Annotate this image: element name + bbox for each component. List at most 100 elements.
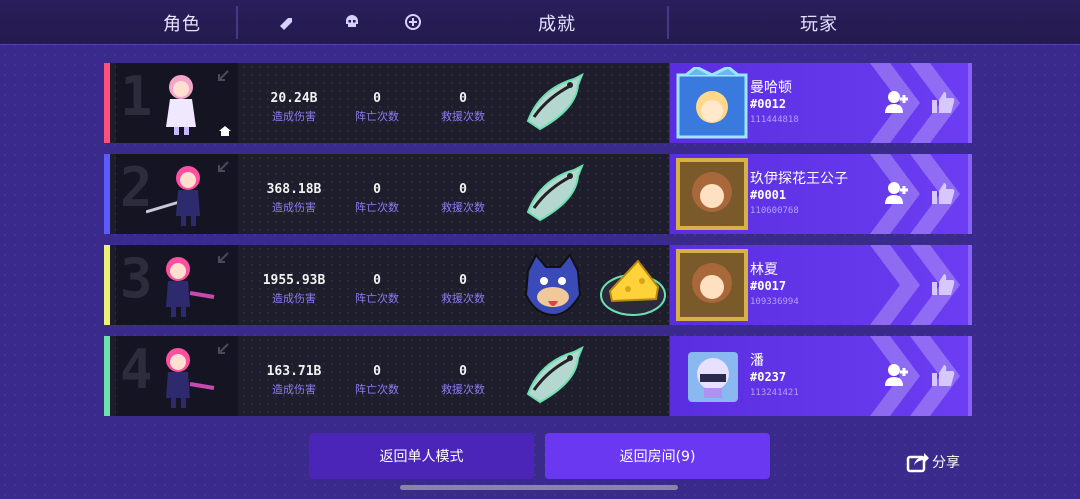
rescues-label: 救援次数 (441, 201, 485, 214)
rescues-value: 0 (459, 182, 467, 197)
player-avatar[interactable] (676, 67, 748, 139)
thumbs-up-icon[interactable] (930, 271, 956, 297)
rescues-stat: 0 救援次数 (430, 91, 496, 124)
deaths-stat: 0 阵亡次数 (344, 91, 410, 124)
cheese-icon[interactable] (598, 251, 668, 319)
rescues-stat: 0 救援次数 (430, 364, 496, 397)
player-panel: 曼哈顿 #0012 111444818 (670, 63, 972, 143)
player-name: 潘 (750, 353, 764, 369)
player-panel: 玖伊探花王公子 #0001 110600768 (670, 154, 972, 234)
collapse-arrow-icon (218, 70, 229, 81)
deaths-value: 0 (373, 273, 381, 288)
fish-icon[interactable] (520, 160, 590, 228)
fish-icon[interactable] (520, 342, 590, 410)
deaths-label: 阵亡次数 (355, 201, 399, 214)
thumbs-up-icon[interactable] (930, 362, 956, 388)
player-tag: #0237 (750, 370, 787, 384)
top-bar: 角色 成就 玩家 (0, 0, 1080, 45)
character-box[interactable]: 2 (116, 154, 238, 234)
thumbs-up-icon[interactable] (930, 89, 956, 115)
damage-value: 1955.93B (262, 273, 326, 288)
divider (236, 6, 238, 39)
player-tag: #0017 (750, 279, 787, 293)
damage-stat: 163.71B 造成伤害 (254, 364, 334, 397)
deaths-stat: 0 阵亡次数 (344, 273, 410, 306)
player-row-1: 1 20.24B 造成伤害 0 阵亡次数 0 救援次数 曼哈顿 #0012 11… (104, 63, 972, 143)
role-header: 角色 (163, 14, 201, 35)
damage-stat: 20.24B 造成伤害 (254, 91, 334, 124)
damage-value: 368.18B (266, 182, 322, 197)
rescues-label: 救援次数 (441, 292, 485, 305)
stats-panel: 1 20.24B 造成伤害 0 阵亡次数 0 救援次数 (104, 63, 669, 143)
deaths-label: 阵亡次数 (355, 292, 399, 305)
deaths-value: 0 (373, 182, 381, 197)
damage-value: 20.24B (270, 91, 318, 106)
deaths-stat: 0 阵亡次数 (344, 182, 410, 215)
collapse-arrow-icon (218, 252, 229, 263)
damage-label: 造成伤害 (272, 292, 316, 305)
rescues-value: 0 (459, 273, 467, 288)
return-room-button[interactable]: 返回房间(9) (545, 433, 770, 479)
rescues-stat: 0 救援次数 (430, 182, 496, 215)
return-single-mode-button[interactable]: 返回单人模式 (309, 433, 534, 479)
add-friend-icon[interactable] (884, 180, 910, 206)
deaths-value: 0 (373, 364, 381, 379)
player-row-4: 4 163.71B 造成伤害 0 阵亡次数 0 救援次数 潘 #0237 113… (104, 336, 972, 416)
deaths-stat: 0 阵亡次数 (344, 364, 410, 397)
player-panel: 潘 #0237 113241421 (670, 336, 972, 416)
rank-accent-bar (104, 336, 110, 416)
fish-icon[interactable] (520, 69, 590, 137)
deaths-label: 阵亡次数 (355, 383, 399, 396)
rescues-stat: 0 救援次数 (430, 273, 496, 306)
rank-accent-bar (104, 63, 110, 143)
character-box[interactable]: 4 (116, 336, 238, 416)
character-box[interactable]: 1 (116, 63, 238, 143)
achievement-header: 成就 (538, 14, 576, 35)
damage-label: 造成伤害 (272, 383, 316, 396)
character-box[interactable]: 3 (116, 245, 238, 325)
skull-icon (346, 15, 358, 27)
plus-circle-icon (405, 14, 421, 30)
player-id: 109336994 (750, 297, 799, 307)
sword-icon (280, 18, 292, 30)
player-id: 111444818 (750, 115, 799, 125)
damage-label: 造成伤害 (272, 201, 316, 214)
rescues-label: 救援次数 (441, 110, 485, 123)
player-header: 玩家 (800, 14, 838, 35)
deaths-label: 阵亡次数 (355, 110, 399, 123)
character-sprite-icon (146, 166, 200, 226)
stats-panel: 4 163.71B 造成伤害 0 阵亡次数 0 救援次数 (104, 336, 669, 416)
player-avatar[interactable] (676, 249, 748, 321)
home-indicator[interactable] (400, 485, 678, 490)
player-name: 曼哈顿 (750, 80, 792, 96)
character-sprite-icon (166, 348, 215, 408)
rescues-value: 0 (459, 364, 467, 379)
player-avatar[interactable] (676, 158, 748, 230)
player-row-2: 2 368.18B 造成伤害 0 阵亡次数 0 救援次数 玖伊探花王公子 #00… (104, 154, 972, 234)
share-label: 分享 (932, 455, 960, 471)
share-icon (906, 453, 929, 473)
character-sprite-icon (166, 75, 196, 135)
rank-accent-bar (104, 245, 110, 325)
rank-accent-bar (104, 154, 110, 234)
collapse-arrow-icon (218, 343, 229, 354)
share-button[interactable]: 分享 (906, 451, 960, 473)
player-name: 玖伊探花王公子 (750, 171, 848, 187)
stats-panel: 3 1955.93B 造成伤害 0 阵亡次数 0 救援次数 (104, 245, 669, 325)
character-sprite-icon (166, 257, 215, 317)
add-friend-icon[interactable] (884, 89, 910, 115)
player-name: 林夏 (750, 262, 778, 278)
damage-stat: 1955.93B 造成伤害 (254, 273, 334, 306)
add-friend-icon[interactable] (884, 362, 910, 388)
player-avatar[interactable] (676, 340, 748, 412)
divider (667, 6, 669, 39)
damage-stat: 368.18B 造成伤害 (254, 182, 334, 215)
thumbs-up-icon[interactable] (930, 180, 956, 206)
player-id: 110600768 (750, 206, 799, 216)
host-home-icon (219, 126, 231, 136)
damage-label: 造成伤害 (272, 110, 316, 123)
wolf-icon[interactable] (518, 251, 588, 319)
player-tag: #0012 (750, 97, 787, 111)
player-tag: #0001 (750, 188, 787, 202)
player-panel: 林夏 #0017 109336994 (670, 245, 972, 325)
